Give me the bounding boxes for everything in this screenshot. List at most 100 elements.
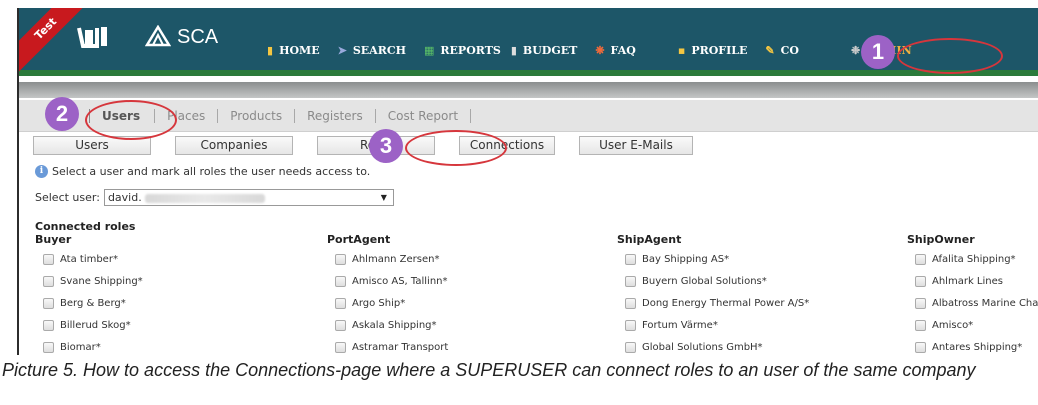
nav-home[interactable]: ▮ HOME xyxy=(267,44,320,57)
nav-label: REPORTS xyxy=(440,44,501,57)
role-checkbox[interactable]: Dong Energy Thermal Power A/S* xyxy=(625,292,809,314)
tab-cost-report[interactable]: Cost Report xyxy=(374,108,472,123)
nav-label: HOME xyxy=(279,44,320,57)
users-tab-highlight-oval xyxy=(85,100,177,140)
checkbox-icon xyxy=(335,253,346,265)
profile-icon: ▪ xyxy=(677,44,686,57)
info-icon: i xyxy=(35,165,48,178)
checkbox-icon xyxy=(43,253,54,265)
checkbox-icon xyxy=(335,297,346,309)
budget-icon: ▮ xyxy=(510,44,517,57)
role-label: Argo Ship* xyxy=(352,297,406,309)
main-nav: ▮ HOME ➤ SEARCH ▦ REPORTS ▮ BUDGET ❋ FAQ… xyxy=(267,44,930,57)
tab-registers[interactable]: Registers xyxy=(294,108,375,123)
role-checkbox[interactable]: Amisco* xyxy=(915,314,1038,336)
role-checkbox[interactable]: Buyern Global Solutions* xyxy=(625,270,809,292)
info-text: Select a user and mark all roles the use… xyxy=(52,165,371,178)
nav-faq[interactable]: ❋ FAQ xyxy=(595,44,636,57)
checkbox-icon xyxy=(335,319,346,331)
role-label: Albatross Marine Cha xyxy=(932,297,1038,309)
connections-highlight-oval xyxy=(405,130,507,166)
nav-contact[interactable]: ✎ CO xyxy=(765,44,799,57)
checkbox-icon xyxy=(915,341,926,353)
role-label: Fortum Värme* xyxy=(642,319,718,331)
checkbox-icon xyxy=(625,275,636,287)
portagent-role-list: Ahlmann Zersen* Amisco AS, Tallinn* Argo… xyxy=(329,248,448,355)
nav-search[interactable]: ➤ SEARCH xyxy=(338,44,406,57)
checkbox-icon xyxy=(43,319,54,331)
buyer-role-list: Ata timber* Svane Shipping* Berg & Berg*… xyxy=(37,248,143,355)
role-label: Biomar* xyxy=(60,341,101,353)
select-user-label: Select user: xyxy=(35,191,100,204)
nav-label: PROFILE xyxy=(691,44,748,57)
selected-user: david. xyxy=(107,191,142,204)
column-heading-portagent: PortAgent xyxy=(327,233,391,246)
header-divider xyxy=(19,82,1038,98)
nav-profile[interactable]: ▪ PROFILE xyxy=(678,44,748,57)
checkbox-icon xyxy=(335,275,346,287)
role-checkbox[interactable]: Argo Ship* xyxy=(335,292,448,314)
redacted-email xyxy=(144,193,265,203)
checkbox-icon xyxy=(625,341,636,353)
role-label: Amisco AS, Tallinn* xyxy=(352,275,448,287)
role-label: Antares Shipping* xyxy=(932,341,1023,353)
role-label: Global Solutions GmbH* xyxy=(642,341,763,353)
role-label: Afalita Shipping* xyxy=(932,253,1016,265)
role-checkbox[interactable]: Amisco AS, Tallinn* xyxy=(335,270,448,292)
role-checkbox[interactable]: Berg & Berg* xyxy=(43,292,143,314)
nav-label: SEARCH xyxy=(352,44,406,57)
nav-budget[interactable]: ▮ BUDGET xyxy=(511,44,577,57)
checkbox-icon xyxy=(43,275,54,287)
role-label: Svane Shipping* xyxy=(60,275,143,287)
faq-icon: ❋ xyxy=(595,44,605,57)
chevron-down-icon: ▼ xyxy=(380,193,387,202)
checkbox-icon xyxy=(915,253,926,265)
companies-button[interactable]: Companies xyxy=(175,136,293,155)
role-checkbox[interactable]: Afalita Shipping* xyxy=(915,248,1038,270)
column-heading-shipagent: ShipAgent xyxy=(617,233,682,246)
screenshot-frame: Test SCA ▮ HOME ➤ SEARCH ▦ REPORTS ▮ BUD… xyxy=(17,8,1038,355)
role-label: Askala Shipping* xyxy=(352,319,437,331)
role-label: Billerud Skog* xyxy=(60,319,131,331)
brand-name: SCA xyxy=(177,25,219,48)
role-label: Ahlmann Zersen* xyxy=(352,253,440,265)
info-message: i Select a user and mark all roles the u… xyxy=(35,165,370,178)
role-checkbox[interactable]: Ahlmark Lines xyxy=(915,270,1038,292)
step-badge-2: 2 xyxy=(45,97,79,131)
user-emails-button[interactable]: User E-Mails xyxy=(579,136,693,155)
shipowner-role-list: Afalita Shipping* Ahlmark Lines Albatros… xyxy=(909,248,1038,355)
nav-label: CO xyxy=(780,44,799,57)
role-checkbox[interactable]: Global Solutions GmbH* xyxy=(625,336,809,355)
nav-reports[interactable]: ▦ REPORTS xyxy=(424,44,501,57)
role-checkbox[interactable]: Bay Shipping AS* xyxy=(625,248,809,270)
reports-icon: ▦ xyxy=(423,44,435,57)
role-label: Ahlmark Lines xyxy=(932,275,1003,287)
nav-label: FAQ xyxy=(610,44,636,57)
connected-roles-title: Connected roles xyxy=(35,220,136,233)
gear-icon: ❉ xyxy=(850,44,861,57)
role-checkbox[interactable]: Ahlmann Zersen* xyxy=(335,248,448,270)
role-checkbox[interactable]: Biomar* xyxy=(43,336,143,355)
sca-emblem-icon xyxy=(145,25,171,47)
brand-logo[interactable]: SCA xyxy=(145,22,218,52)
role-checkbox[interactable]: Askala Shipping* xyxy=(335,314,448,336)
role-checkbox[interactable]: Antares Shipping* xyxy=(915,336,1038,355)
contact-icon: ✎ xyxy=(765,44,775,57)
role-checkbox[interactable]: Albatross Marine Cha xyxy=(915,292,1038,314)
select-user-row: Select user: david. ▼ xyxy=(35,189,394,206)
select-user-dropdown[interactable]: david. ▼ xyxy=(103,189,394,206)
role-label: Amisco* xyxy=(932,319,974,331)
checkbox-icon xyxy=(625,253,636,265)
checkbox-icon xyxy=(335,341,346,353)
checkbox-icon xyxy=(625,297,636,309)
role-checkbox[interactable]: Billerud Skog* xyxy=(43,314,143,336)
role-checkbox[interactable]: Ata timber* xyxy=(43,248,143,270)
home-icon: ▮ xyxy=(267,44,274,57)
role-checkbox[interactable]: Fortum Värme* xyxy=(625,314,809,336)
role-checkbox[interactable]: Svane Shipping* xyxy=(43,270,143,292)
figure-caption: Picture 5. How to access the Connections… xyxy=(2,360,976,380)
tab-products[interactable]: Products xyxy=(217,108,294,123)
role-checkbox[interactable]: Astramar Transport xyxy=(335,336,448,355)
step-badge-1: 1 xyxy=(861,35,895,69)
checkbox-icon xyxy=(43,341,54,353)
